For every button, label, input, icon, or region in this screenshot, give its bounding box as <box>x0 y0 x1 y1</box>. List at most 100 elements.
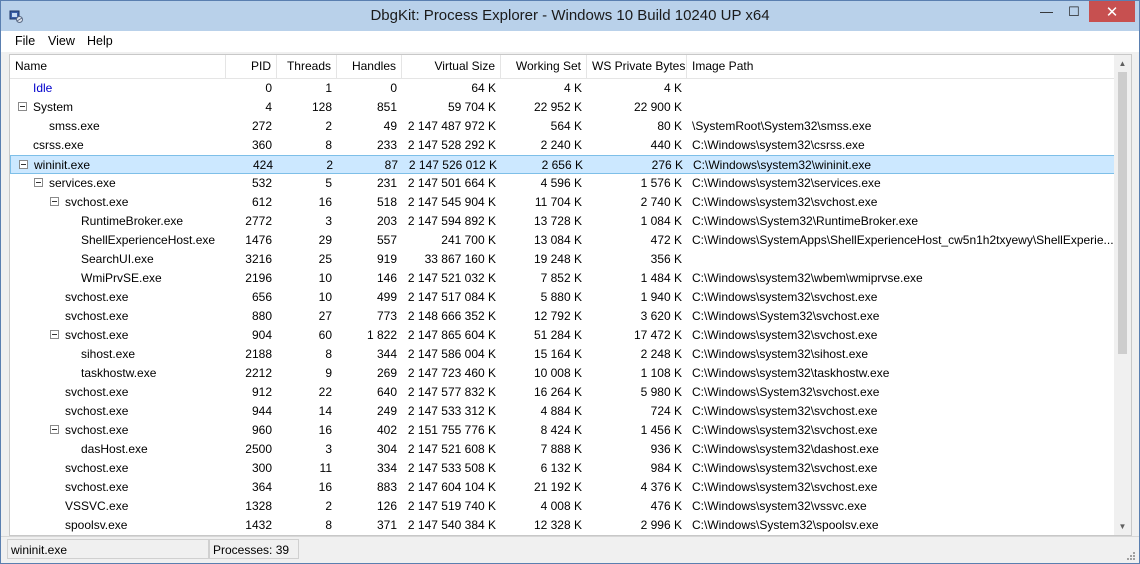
process-row[interactable]: System 4 128 851 59 704 K 22 952 K 22 900 K <box>10 98 1115 117</box>
cell-pid: 944 <box>251 404 272 418</box>
process-row[interactable]: VSSVC.exe 1328 2 126 2 147 519 740 K 4 008 K 4… <box>10 497 1115 516</box>
process-list[interactable]: Name PID Threads Handles Virtual Size Wo… <box>9 54 1132 536</box>
menu-help[interactable]: Help <box>87 34 113 48</box>
cell-name: svchost.exe <box>10 307 226 326</box>
column-header-threads[interactable]: Threads <box>277 55 337 78</box>
process-row[interactable]: Idle 0 1 0 64 K 4 K 4 K <box>10 79 1115 98</box>
process-row[interactable]: svchost.exe 944 14 249 2 147 533 312 K 4 884 … <box>10 402 1115 421</box>
cell-virtual-size: 2 151 755 776 K <box>407 423 496 437</box>
process-row[interactable]: sihost.exe 2188 8 344 2 147 586 004 K 15 164 … <box>10 345 1115 364</box>
column-header-ws-private-bytes[interactable]: WS Private Bytes <box>587 55 687 78</box>
process-row[interactable]: svchost.exe 912 22 640 2 147 577 832 K 16 264… <box>10 383 1115 402</box>
cell-working-set: 7 888 K <box>540 442 582 456</box>
close-icon: ✕ <box>1105 3 1119 21</box>
cell-handles: 87 <box>384 158 398 172</box>
vertical-scrollbar[interactable]: ▲ ▼ <box>1114 55 1131 535</box>
scroll-down-button[interactable]: ▼ <box>1114 518 1131 535</box>
cell-virtual-size: 241 700 K <box>441 233 496 247</box>
process-row[interactable]: dasHost.exe 2500 3 304 2 147 521 608 K 7 888 … <box>10 440 1115 459</box>
cell-name: WmiPrvSE.exe <box>10 269 226 288</box>
cell-pid: 0 <box>265 81 272 95</box>
cell-virtual-size: 2 147 521 608 K <box>407 442 496 456</box>
process-row[interactable]: wininit.exe 424 2 87 2 147 526 012 K 2 656 K 2… <box>10 155 1115 174</box>
process-name: svchost.exe <box>65 290 129 304</box>
scroll-thumb[interactable] <box>1118 72 1127 354</box>
cell-image-path: C:\Windows\system32\svchost.exe <box>692 328 878 342</box>
process-row[interactable]: csrss.exe 360 8 233 2 147 528 292 K 2 240 K 44… <box>10 136 1115 155</box>
cell-ws-private-bytes: 1 484 K <box>640 271 682 285</box>
cell-ws-private-bytes: 984 K <box>650 461 682 475</box>
minimize-button[interactable]: — <box>1033 1 1060 22</box>
column-header-name[interactable]: Name <box>10 55 226 78</box>
process-row[interactable]: RuntimeBroker.exe 2772 3 203 2 147 594 892 K… <box>10 212 1115 231</box>
resize-grip-icon[interactable] <box>1124 549 1136 561</box>
process-name: svchost.exe <box>65 309 129 323</box>
cell-threads: 5 <box>325 176 332 190</box>
column-header-image-path[interactable]: Image Path <box>687 55 1115 78</box>
cell-threads: 29 <box>318 233 332 247</box>
cell-pid: 2188 <box>245 347 272 361</box>
process-row[interactable]: services.exe 532 5 231 2 147 501 664 K 4 596 … <box>10 174 1115 193</box>
process-row[interactable]: svchost.exe 612 16 518 2 147 545 904 K 11 704… <box>10 193 1115 212</box>
cell-ws-private-bytes: 2 996 K <box>640 518 682 532</box>
cell-image-path: C:\Windows\system32\svchost.exe <box>692 195 878 209</box>
column-header-working-set[interactable]: Working Set <box>501 55 587 78</box>
cell-name: RuntimeBroker.exe <box>10 212 226 231</box>
cell-virtual-size: 64 K <box>471 81 496 95</box>
process-row[interactable]: svchost.exe 960 16 402 2 151 755 776 K 8 424 … <box>10 421 1115 440</box>
cell-threads: 3 <box>325 442 332 456</box>
process-name: wininit.exe <box>34 158 91 172</box>
cell-virtual-size: 2 147 865 604 K <box>407 328 496 342</box>
process-name: spoolsv.exe <box>65 518 128 532</box>
collapse-icon[interactable] <box>50 197 59 206</box>
process-row[interactable]: smss.exe 272 2 49 2 147 487 972 K 564 K 80 K \S… <box>10 117 1115 136</box>
collapse-icon[interactable] <box>34 178 43 187</box>
process-row[interactable]: svchost.exe 656 10 499 2 147 517 084 K 5 880 … <box>10 288 1115 307</box>
cell-handles: 640 <box>376 385 397 399</box>
process-row[interactable]: WmiPrvSE.exe 2196 10 146 2 147 521 032 K 7 85… <box>10 269 1115 288</box>
process-name: svchost.exe <box>65 385 129 399</box>
maximize-button[interactable]: ☐ <box>1061 1 1087 22</box>
close-button[interactable]: ✕ <box>1089 1 1135 22</box>
cell-ws-private-bytes: 1 108 K <box>640 366 682 380</box>
cell-name: Idle <box>10 79 226 98</box>
column-header-handles[interactable]: Handles <box>337 55 402 78</box>
cell-virtual-size: 2 147 519 740 K <box>407 499 496 513</box>
minimize-icon: — <box>1040 4 1053 19</box>
process-row[interactable]: ShellExperienceHost.exe 1476 29 557 241 700 … <box>10 231 1115 250</box>
cell-name: VSSVC.exe <box>10 497 226 516</box>
cell-handles: 146 <box>376 271 397 285</box>
process-row[interactable]: svchost.exe 364 16 883 2 147 604 104 K 21 192… <box>10 478 1115 497</box>
column-header-virtual-size[interactable]: Virtual Size <box>402 55 501 78</box>
cell-pid: 360 <box>251 138 272 152</box>
process-row[interactable]: svchost.exe 904 60 1 822 2 147 865 604 K 51 2… <box>10 326 1115 345</box>
process-row[interactable]: svchost.exe 880 27 773 2 148 666 352 K 12 792… <box>10 307 1115 326</box>
menu-file[interactable]: File <box>15 34 35 48</box>
collapse-icon[interactable] <box>19 160 28 169</box>
process-row[interactable]: spoolsv.exe 1432 8 371 2 147 540 384 K 12 328… <box>10 516 1115 535</box>
cell-name: svchost.exe <box>10 402 226 421</box>
cell-name: svchost.exe <box>10 326 226 345</box>
cell-working-set: 12 792 K <box>533 309 582 323</box>
cell-name: svchost.exe <box>10 383 226 402</box>
collapse-icon[interactable] <box>50 425 59 434</box>
collapse-icon[interactable] <box>50 330 59 339</box>
cell-pid: 532 <box>251 176 272 190</box>
cell-pid: 2212 <box>245 366 272 380</box>
column-header-row: Name PID Threads Handles Virtual Size Wo… <box>10 55 1115 79</box>
title-bar[interactable]: DbgKit: Process Explorer - Windows 10 Bu… <box>1 1 1139 31</box>
collapse-icon[interactable] <box>18 102 27 111</box>
process-row[interactable]: SearchUI.exe 3216 25 919 33 867 160 K 19 248 … <box>10 250 1115 269</box>
cell-virtual-size: 2 147 517 084 K <box>407 290 496 304</box>
column-header-pid[interactable]: PID <box>226 55 277 78</box>
cell-ws-private-bytes: 1 576 K <box>640 176 682 190</box>
cell-virtual-size: 2 148 666 352 K <box>407 309 496 323</box>
process-row[interactable]: svchost.exe 300 11 334 2 147 533 508 K 6 132 … <box>10 459 1115 478</box>
cell-ws-private-bytes: 3 620 K <box>640 309 682 323</box>
process-name: ShellExperienceHost.exe <box>81 233 216 247</box>
status-selected-process: wininit.exe <box>7 539 209 559</box>
process-row[interactable]: taskhostw.exe 2212 9 269 2 147 723 460 K 10 0… <box>10 364 1115 383</box>
scroll-up-button[interactable]: ▲ <box>1114 55 1131 72</box>
process-name: RuntimeBroker.exe <box>81 214 184 228</box>
menu-view[interactable]: View <box>48 34 75 48</box>
